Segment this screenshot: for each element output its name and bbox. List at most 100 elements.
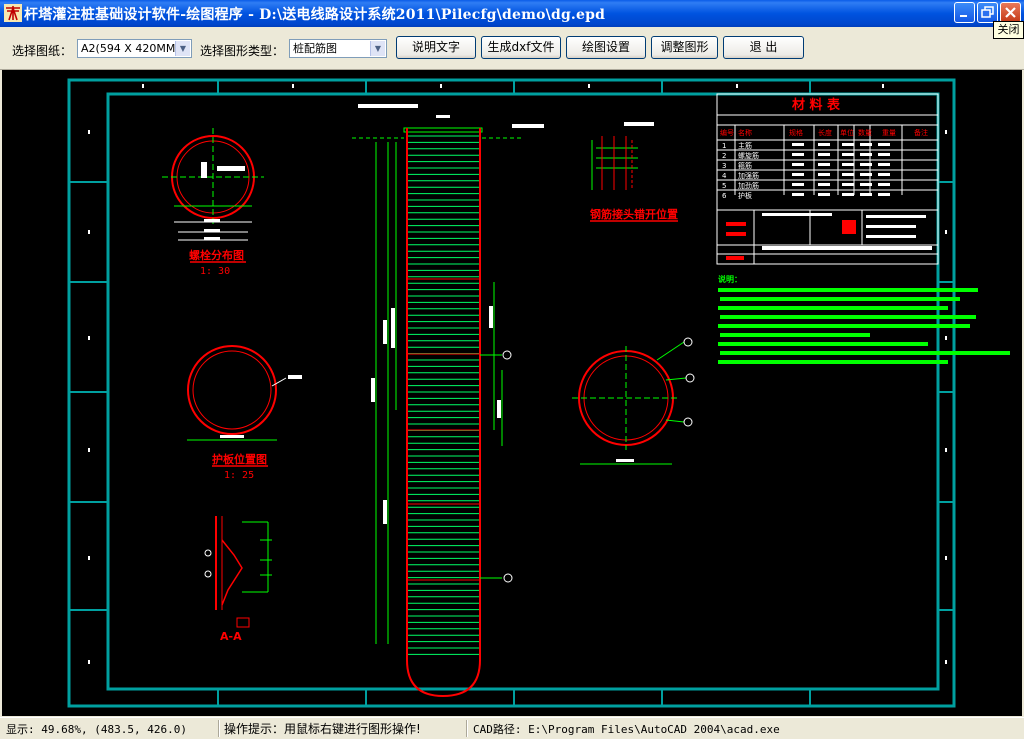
application-window: 杆塔灌注桩基础设计软件-绘图程序 - D:\送电线路设计系统2011\Pilec… — [0, 0, 1024, 739]
minimize-button[interactable] — [954, 2, 975, 23]
chevron-down-icon[interactable]: ▼ — [370, 41, 385, 56]
table-cell-mark — [878, 143, 890, 146]
bolt-layout-view — [162, 128, 264, 241]
note-line — [718, 360, 948, 364]
table-cell-mark — [818, 183, 830, 186]
type-label: 选择图形类型： — [200, 44, 285, 58]
table-cell-mark — [878, 163, 890, 166]
note-line — [720, 315, 976, 319]
note-line — [718, 288, 978, 292]
table-cell-mark — [860, 183, 872, 186]
table-cell-mark — [792, 193, 804, 196]
table-cell-mark — [818, 153, 830, 156]
table-cell-mark — [842, 153, 854, 156]
table-cell-mark — [818, 163, 830, 166]
status-bar: 显示: 49.68%, (483.5, 426.0) 操作提示：用鼠标右键进行图… — [0, 717, 1024, 739]
table-header-name: 名称 — [738, 128, 752, 137]
status-cad-path: CAD路径: E:\Program Files\AutoCAD 2004\aca… — [473, 723, 780, 736]
section-a-a-view — [204, 516, 272, 628]
restore-button[interactable] — [977, 2, 998, 23]
table-row-number: 6 — [722, 192, 727, 200]
table-cell-mark — [878, 193, 890, 196]
table-row-number: 1 — [722, 142, 726, 150]
view2-title: 护板位置图 — [212, 452, 267, 466]
status-zoom: 显示: 49.68%, (483.5, 426.0) — [6, 723, 187, 736]
table-header-no: 编号 — [720, 128, 734, 137]
status-hint: 操作提示：用鼠标右键进行图形操作! — [224, 722, 421, 736]
table-row-name: 加强筋 — [738, 171, 759, 180]
close-icon — [1005, 7, 1016, 18]
guard-plate-view — [187, 345, 302, 441]
table-cell-mark — [842, 143, 854, 146]
table-rows: 1 主筋 2 螺旋筋 3 箍筋 4 加强筋 5 加劲筋 6 护板 — [717, 139, 938, 200]
table-cell-mark — [860, 193, 872, 196]
table-cell-mark — [842, 163, 854, 166]
note-line — [718, 306, 948, 310]
table-header-spec: 规格 — [789, 128, 803, 137]
view2-scale: 1: 25 — [224, 470, 254, 481]
splice-title: 钢筋接头错开位置 — [590, 207, 678, 221]
table-row-name: 主筋 — [738, 141, 752, 150]
table-cell-mark — [818, 173, 830, 176]
table-cell-mark — [842, 183, 854, 186]
table-cell-mark — [818, 193, 830, 196]
table-cell-mark — [878, 153, 890, 156]
table-row-number: 4 — [722, 172, 727, 180]
title-bar[interactable]: 杆塔灌注桩基础设计软件-绘图程序 - D:\送电线路设计系统2011\Pilec… — [0, 0, 1024, 27]
table-cell-mark — [792, 163, 804, 166]
close-tooltip: 关闭 — [993, 21, 1024, 39]
notes-label: 说明： — [718, 274, 742, 284]
exit-button[interactable]: 退 出 — [723, 36, 804, 59]
paper-select-value: A2(594 X 420MM) — [81, 42, 180, 55]
status-separator — [466, 720, 468, 737]
table-row-name: 加劲筋 — [738, 181, 759, 190]
close-button[interactable] — [1000, 2, 1021, 23]
generate-dxf-button[interactable]: 生成dxf文件 — [481, 36, 561, 59]
view1-title: 螺栓分布图 — [189, 248, 244, 262]
minimize-icon — [960, 15, 967, 17]
table-row-name: 螺旋筋 — [738, 151, 759, 160]
table-header-qty: 数量 — [858, 128, 872, 137]
type-select-value: 桩配筋图 — [293, 42, 337, 55]
table-cell-mark — [792, 153, 804, 156]
drawing-settings-button[interactable]: 绘图设置 — [566, 36, 646, 59]
table-header-length: 长度 — [818, 128, 832, 137]
table-cell-mark — [878, 173, 890, 176]
table-cell-mark — [860, 163, 872, 166]
adjust-graphics-button[interactable]: 调整图形 — [651, 36, 718, 59]
restore-icon — [981, 6, 994, 18]
table-cell-mark — [818, 143, 830, 146]
table-row-name: 护板 — [738, 191, 752, 200]
view1-scale: 1: 30 — [200, 266, 230, 277]
table-row-name: 箍筋 — [738, 161, 752, 170]
note-line — [718, 324, 970, 328]
table-cell-mark — [878, 183, 890, 186]
splice-detail — [591, 122, 654, 190]
note-line — [720, 333, 870, 337]
table-row-number: 3 — [722, 162, 726, 170]
note-line — [720, 351, 1010, 355]
section-label: A-A — [220, 630, 242, 643]
table-cell-mark — [792, 173, 804, 176]
table-cell-mark — [860, 153, 872, 156]
table-cell-mark — [860, 173, 872, 176]
table-cell-mark — [842, 173, 854, 176]
window-title: 杆塔灌注桩基础设计软件-绘图程序 - D:\送电线路设计系统2011\Pilec… — [24, 7, 606, 23]
table-cell-mark — [792, 183, 804, 186]
paper-select[interactable]: A2(594 X 420MM) ▼ — [77, 39, 192, 58]
table-cell-mark — [842, 193, 854, 196]
cad-drawing[interactable]: 螺栓分布图 1: 30 护板位置图 1: 25 A-A 钢筋接头错开位置 材 料… — [2, 70, 1022, 716]
description-text-button[interactable]: 说明文字 — [396, 36, 476, 59]
table-cell-mark — [792, 143, 804, 146]
notes-block — [718, 288, 1010, 364]
drawing-canvas[interactable]: 螺栓分布图 1: 30 护板位置图 1: 25 A-A 钢筋接头错开位置 材 料… — [2, 70, 1022, 716]
note-line — [720, 297, 960, 301]
status-separator — [218, 720, 220, 737]
table-row-number: 5 — [722, 182, 726, 190]
pile-elevation — [352, 104, 544, 698]
chevron-down-icon[interactable]: ▼ — [175, 41, 190, 56]
table-cell-mark — [860, 143, 872, 146]
toolbar: 选择图纸： A2(594 X 420MM) ▼ 选择图形类型： 桩配筋图 ▼ 说… — [0, 27, 1024, 70]
table-header-weight: 重量 — [882, 129, 896, 137]
type-select[interactable]: 桩配筋图 ▼ — [289, 39, 387, 58]
